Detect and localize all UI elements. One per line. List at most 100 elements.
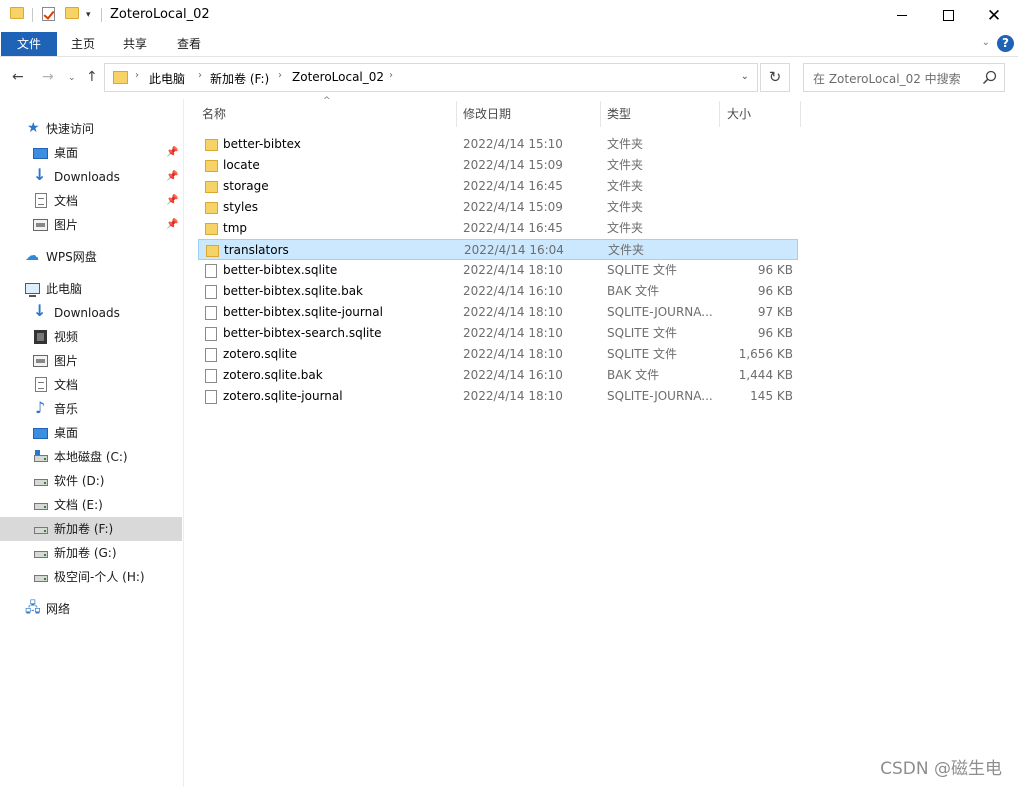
breadcrumb-separator[interactable]: › [389, 70, 393, 81]
column-divider[interactable] [600, 101, 601, 127]
customize-toolbar-icon[interactable]: ▾ [86, 10, 91, 20]
title-bar: ▾ ZoteroLocal_02 ✕ [0, 0, 1018, 31]
file-row[interactable]: better-bibtex.sqlite 2022/4/14 18:10 SQLIT… [198, 260, 798, 281]
file-row[interactable]: styles 2022/4/14 15:09 文件夹 [198, 197, 798, 218]
close-button[interactable]: ✕ [971, 0, 1017, 31]
file-date: 2022/4/14 15:09 [463, 200, 563, 214]
nav-quick-access[interactable]: ★ 快速访问 [0, 117, 182, 141]
expand-ribbon-icon[interactable]: ⌄ [982, 37, 990, 48]
help-icon[interactable]: ? [997, 35, 1014, 52]
nav-item-drive-h[interactable]: 极空间-个人 (H:) [0, 565, 182, 589]
file-date: 2022/4/14 16:45 [463, 221, 563, 235]
file-row[interactable]: locate 2022/4/14 15:09 文件夹 [198, 155, 798, 176]
nav-item-downloads[interactable]: ↓ Downloads 📌 [0, 165, 182, 189]
file-row[interactable]: tmp 2022/4/14 16:45 文件夹 [198, 218, 798, 239]
drive-icon [34, 527, 48, 534]
nav-item-pictures[interactable]: 图片 📌 [0, 213, 182, 237]
file-size: 1,444 KB [738, 368, 793, 382]
nav-label: WPS网盘 [46, 250, 97, 264]
file-date: 2022/4/14 16:04 [464, 243, 564, 257]
file-size: 145 KB [750, 389, 793, 403]
refresh-button[interactable]: ↻ [760, 63, 790, 92]
nav-item-drive-c[interactable]: 本地磁盘 (C:) [0, 445, 182, 469]
nav-item-drive-e[interactable]: 文档 (E:) [0, 493, 182, 517]
nav-item-music[interactable]: ♪ 音乐 [0, 397, 182, 421]
file-icon [205, 348, 217, 362]
minimize-button[interactable] [879, 0, 925, 31]
forward-button[interactable]: → [42, 69, 54, 85]
tab-share[interactable]: 共享 [109, 32, 161, 56]
file-date: 2022/4/14 18:10 [463, 263, 563, 277]
pin-icon[interactable]: 📌 [166, 165, 178, 189]
file-row[interactable]: storage 2022/4/14 16:45 文件夹 [198, 176, 798, 197]
file-date: 2022/4/14 18:10 [463, 389, 563, 403]
column-divider[interactable] [719, 101, 720, 127]
nav-item-desktop-pc[interactable]: 桌面 [0, 421, 182, 445]
video-icon [34, 330, 47, 344]
search-input[interactable]: 在 ZoteroLocal_02 中搜索 [803, 63, 1005, 92]
folder-icon [205, 139, 218, 151]
breadcrumb-separator[interactable]: › [278, 70, 282, 81]
nav-label: Downloads [54, 306, 120, 320]
nav-item-network[interactable]: 🖧 网络 [0, 597, 182, 621]
column-header-size[interactable]: 大小 [727, 99, 797, 129]
nav-item-this-pc[interactable]: 此电脑 [0, 277, 182, 301]
file-name: zotero.sqlite.bak [223, 368, 323, 382]
address-bar[interactable]: › 此电脑 › 新加卷 (F:) › ZoteroLocal_02 › ⌄ [104, 63, 758, 92]
breadcrumb-current-folder[interactable]: ZoteroLocal_02 [292, 70, 384, 84]
nav-item-drive-f[interactable]: 新加卷 (F:) [0, 517, 182, 541]
file-date: 2022/4/14 16:10 [463, 284, 563, 298]
nav-item-downloads-pc[interactable]: ↓ Downloads [0, 301, 182, 325]
search-icon[interactable] [982, 70, 997, 85]
file-row[interactable]: zotero.sqlite.bak 2022/4/14 16:10 BAK 文件 1,… [198, 365, 798, 386]
tab-file[interactable]: 文件 [1, 32, 57, 56]
nav-label: 桌面 [54, 426, 79, 440]
file-row[interactable]: better-bibtex.sqlite.bak 2022/4/14 16:10 B… [198, 281, 798, 302]
breadcrumb-separator[interactable]: › [135, 70, 139, 81]
folder-icon [205, 160, 218, 172]
new-folder-icon[interactable] [65, 7, 79, 19]
file-row[interactable]: better-bibtex.sqlite-journal 2022/4/14 18… [198, 302, 798, 323]
nav-item-documents[interactable]: 文档 📌 [0, 189, 182, 213]
nav-label: 新加卷 (G:) [54, 546, 117, 560]
up-button[interactable]: ↑ [86, 69, 98, 85]
file-icon [205, 327, 217, 341]
breadcrumb-separator[interactable]: › [198, 70, 202, 81]
column-header-type[interactable]: 类型 [607, 99, 717, 129]
file-row[interactable]: translators 2022/4/14 16:04 文件夹 [198, 239, 798, 260]
tab-view[interactable]: 查看 [163, 32, 215, 56]
pin-icon[interactable]: 📌 [166, 189, 178, 213]
pin-icon[interactable]: 📌 [166, 141, 178, 165]
breadcrumb-drive-f[interactable]: 新加卷 (F:) [210, 70, 269, 87]
recent-locations-button[interactable]: ⌄ [68, 73, 76, 83]
column-header-name[interactable]: 名称 [202, 99, 456, 129]
file-type: SQLITE-JOURNA... [607, 305, 713, 319]
nav-item-videos[interactable]: 视频 [0, 325, 182, 349]
nav-item-drive-g[interactable]: 新加卷 (G:) [0, 541, 182, 565]
file-row[interactable]: better-bibtex 2022/4/14 15:10 文件夹 [198, 134, 798, 155]
nav-item-pictures-pc[interactable]: 图片 [0, 349, 182, 373]
tab-home[interactable]: 主页 [57, 32, 109, 56]
nav-item-wps-cloud[interactable]: ☁ WPS网盘 [0, 245, 182, 269]
address-history-dropdown-icon[interactable]: ⌄ [741, 71, 749, 82]
folder-icon [205, 223, 218, 235]
pin-icon[interactable]: 📌 [166, 213, 178, 237]
nav-item-documents-pc[interactable]: 文档 [0, 373, 182, 397]
maximize-button[interactable] [925, 0, 971, 31]
file-date: 2022/4/14 18:10 [463, 305, 563, 319]
document-icon [35, 377, 47, 392]
column-divider[interactable] [456, 101, 457, 127]
column-divider[interactable] [800, 101, 801, 127]
file-row[interactable]: zotero.sqlite 2022/4/14 18:10 SQLITE 文件 1,6… [198, 344, 798, 365]
file-row[interactable]: zotero.sqlite-journal 2022/4/14 18:10 SQLI… [198, 386, 798, 407]
computer-icon [25, 283, 40, 297]
folder-icon [10, 7, 24, 19]
nav-item-desktop[interactable]: 桌面 📌 [0, 141, 182, 165]
nav-item-drive-d[interactable]: 软件 (D:) [0, 469, 182, 493]
back-button[interactable]: ← [12, 69, 24, 85]
column-header-date[interactable]: 修改日期 [463, 99, 599, 129]
breadcrumb-this-pc[interactable]: 此电脑 [149, 70, 185, 87]
properties-icon[interactable] [42, 7, 55, 21]
file-row[interactable]: better-bibtex-search.sqlite 2022/4/14 18:… [198, 323, 798, 344]
file-date: 2022/4/14 18:10 [463, 326, 563, 340]
